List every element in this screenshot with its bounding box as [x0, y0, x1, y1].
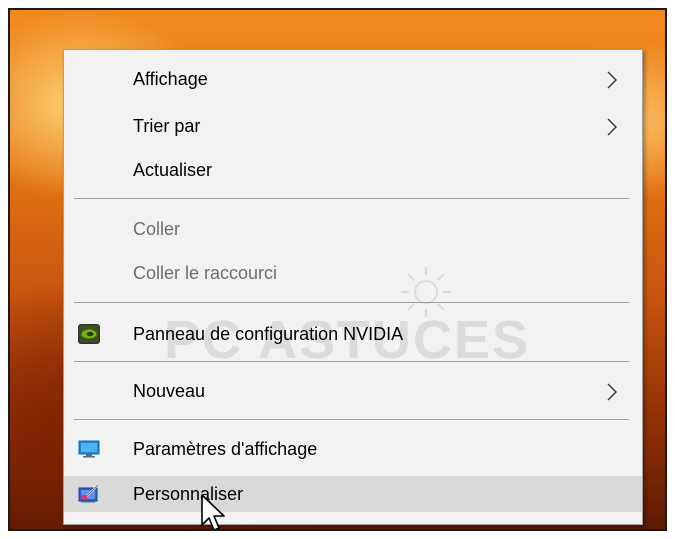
menu-item-display-settings[interactable]: Paramètres d'affichage [64, 431, 642, 467]
menu-item-coller: Coller [64, 211, 642, 247]
menu-separator [74, 302, 629, 303]
menu-item-label: Coller le raccourci [133, 263, 278, 283]
menu-item-label: Trier par [133, 116, 201, 136]
menu-item-coller-le-raccourci: Coller le raccourci [64, 255, 642, 291]
menu-separator [74, 198, 629, 199]
menu-item-personnaliser[interactable]: Personnaliser [64, 476, 642, 512]
desktop-wallpaper[interactable]: PC ASTUCES Affichage Trier par Actualise… [8, 8, 667, 531]
chevron-right-icon [607, 118, 617, 136]
menu-item-label: Paramètres d'affichage [133, 439, 318, 459]
menu-item-label: Nouveau [133, 381, 206, 401]
menu-item-label: Affichage [133, 69, 208, 89]
menu-item-label: Coller [133, 219, 181, 239]
menu-item-affichage[interactable]: Affichage [64, 61, 642, 97]
menu-item-trier-par[interactable]: Trier par [64, 108, 642, 144]
menu-separator [74, 361, 629, 362]
display-settings-icon [78, 440, 100, 458]
menu-separator [74, 419, 629, 420]
menu-item-actualiser[interactable]: Actualiser [64, 152, 642, 188]
nvidia-icon [78, 324, 100, 344]
personalize-icon [78, 484, 99, 503]
menu-item-label: Panneau de configuration NVIDIA [133, 324, 404, 344]
menu-item-nvidia-control-panel[interactable]: Panneau de configuration NVIDIA [64, 316, 642, 352]
chevron-right-icon [607, 71, 617, 89]
context-menu: PC ASTUCES Affichage Trier par Actualise… [63, 49, 643, 525]
chevron-right-icon [607, 383, 617, 401]
menu-item-nouveau[interactable]: Nouveau [64, 373, 642, 409]
mouse-cursor-icon [201, 494, 225, 529]
menu-item-label: Actualiser [133, 160, 213, 180]
